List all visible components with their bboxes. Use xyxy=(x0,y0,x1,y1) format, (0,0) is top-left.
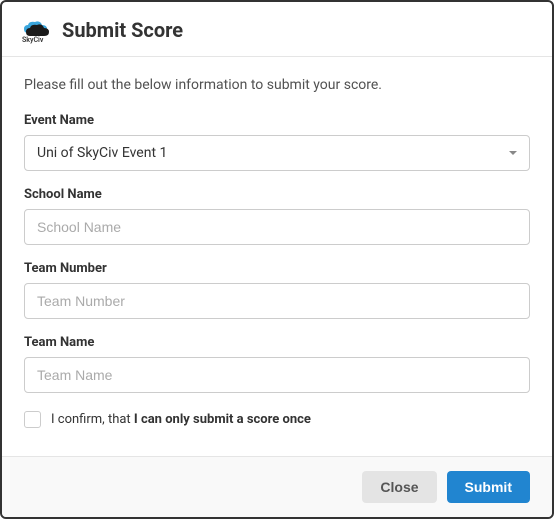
event-name-group: Event Name Uni of SkyCiv Event 1 xyxy=(24,113,530,171)
event-name-label: Event Name xyxy=(24,113,530,128)
team-name-label: Team Name xyxy=(24,335,530,350)
school-name-group: School Name xyxy=(24,187,530,245)
team-name-input[interactable] xyxy=(24,357,530,393)
logo-text: SkyCiv xyxy=(22,36,43,44)
submit-button[interactable]: Submit xyxy=(447,471,530,503)
submit-score-modal: SkyCiv Submit Score Please fill out the … xyxy=(0,0,554,519)
close-button[interactable]: Close xyxy=(362,471,436,503)
confirm-bold: I can only submit a score once xyxy=(134,412,311,427)
modal-title: Submit Score xyxy=(62,18,183,42)
modal-footer: Close Submit xyxy=(2,456,552,517)
event-name-value: Uni of SkyCiv Event 1 xyxy=(37,145,167,161)
confirm-checkbox[interactable] xyxy=(24,411,41,428)
confirm-prefix: I confirm, that xyxy=(51,412,134,427)
team-number-group: Team Number xyxy=(24,261,530,319)
skyciv-logo: SkyCiv xyxy=(22,18,50,42)
chevron-down-icon xyxy=(509,151,517,155)
modal-header: SkyCiv Submit Score xyxy=(2,2,552,57)
confirm-label[interactable]: I confirm, that I can only submit a scor… xyxy=(51,412,311,427)
school-name-label: School Name xyxy=(24,187,530,202)
confirm-row: I confirm, that I can only submit a scor… xyxy=(24,411,530,428)
form-description: Please fill out the below information to… xyxy=(24,77,530,93)
event-name-select[interactable]: Uni of SkyCiv Event 1 xyxy=(24,135,530,171)
team-number-input[interactable] xyxy=(24,283,530,319)
team-name-group: Team Name xyxy=(24,335,530,393)
school-name-input[interactable] xyxy=(24,209,530,245)
modal-body: Please fill out the below information to… xyxy=(2,57,552,456)
team-number-label: Team Number xyxy=(24,261,530,276)
